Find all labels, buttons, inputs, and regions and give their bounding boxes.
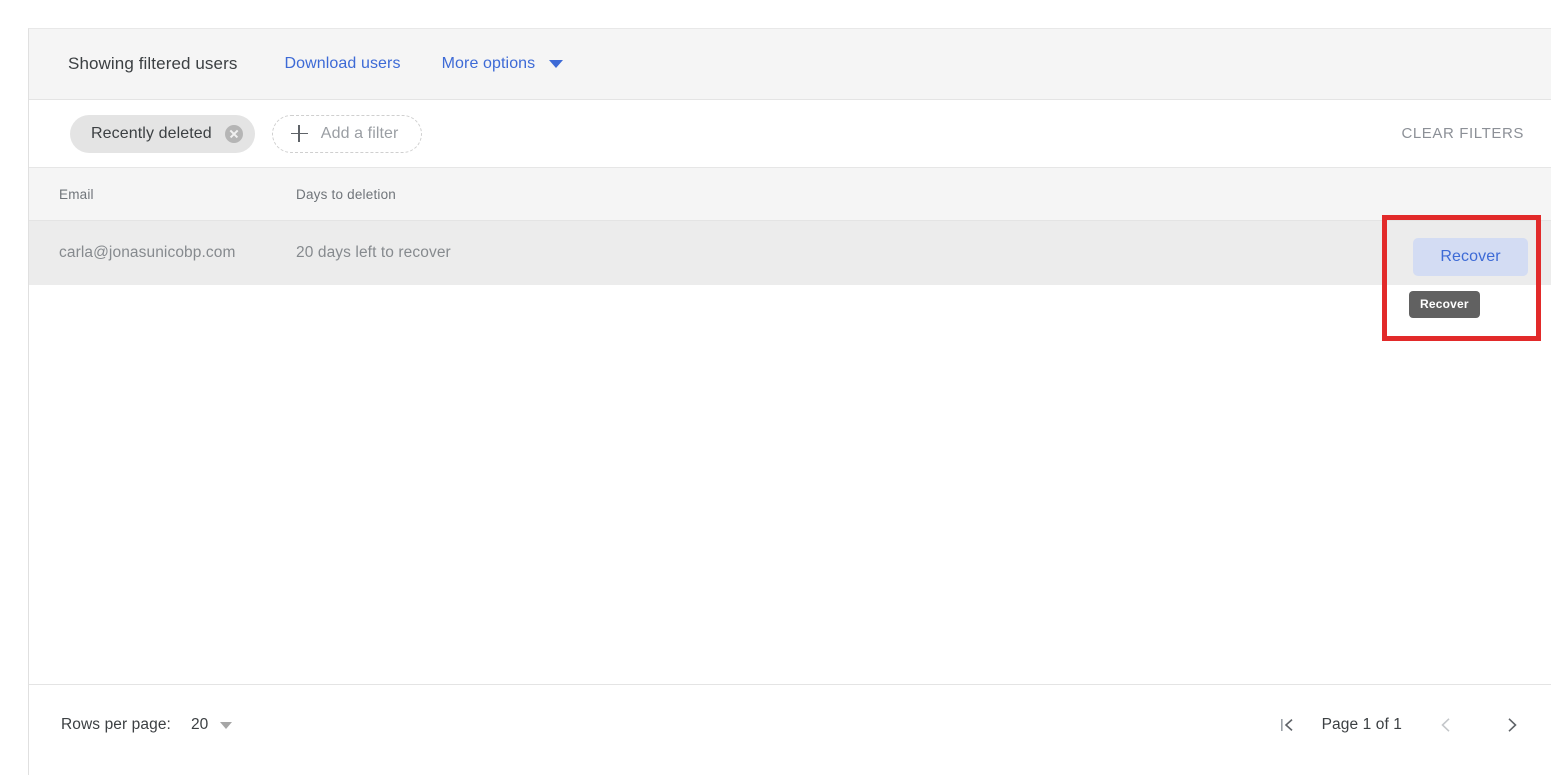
table-header: Email Days to deletion: [29, 168, 1551, 221]
table-empty-area: [29, 285, 1551, 684]
rows-per-page-label: Rows per page:: [61, 716, 171, 733]
first-page-icon[interactable]: [1270, 708, 1304, 742]
cell-email: carla@jonasunicobp.com: [59, 244, 236, 261]
plus-icon: [290, 125, 308, 142]
toolbar: Showing filtered users Download users Mo…: [29, 29, 1551, 100]
screen-root: Showing filtered users Download users Mo…: [0, 0, 1551, 775]
chevron-down-icon: [549, 60, 564, 68]
download-users-link[interactable]: Download users: [284, 55, 400, 73]
clear-filters-button[interactable]: CLEAR FILTERS: [1401, 125, 1524, 142]
users-card: Showing filtered users Download users Mo…: [28, 28, 1551, 775]
column-header-email: Email: [59, 186, 94, 202]
filter-chip-label: Recently deleted: [91, 124, 212, 142]
page-title: Showing filtered users: [68, 54, 238, 73]
more-options-button[interactable]: More options: [442, 55, 564, 73]
rows-per-page-value[interactable]: 20: [191, 716, 208, 734]
close-icon[interactable]: [224, 124, 243, 143]
more-options-label: More options: [441, 55, 536, 72]
pagination-controls: Page 1 of 1: [1270, 708, 1529, 742]
recover-tooltip: Recover: [1409, 291, 1480, 318]
cell-days-to-deletion: 20 days left to recover: [296, 244, 451, 261]
page-indicator: Page 1 of 1: [1321, 716, 1402, 733]
table-footer: Rows per page: 20 Page 1 of 1: [29, 684, 1551, 765]
previous-page-icon[interactable]: [1429, 708, 1463, 742]
add-filter-button[interactable]: Add a filter: [271, 114, 423, 153]
chevron-down-icon[interactable]: [220, 721, 233, 729]
filter-chip-recently-deleted[interactable]: Recently deleted: [70, 114, 255, 153]
next-page-icon[interactable]: [1495, 708, 1529, 742]
filter-bar: Recently deleted Add a filter CLEAR FILT…: [29, 100, 1551, 168]
table-row[interactable]: carla@jonasunicobp.com 20 days left to r…: [29, 221, 1551, 285]
add-filter-label: Add a filter: [320, 124, 399, 142]
recover-button[interactable]: Recover: [1413, 238, 1528, 276]
column-header-days-to-deletion: Days to deletion: [296, 186, 397, 202]
